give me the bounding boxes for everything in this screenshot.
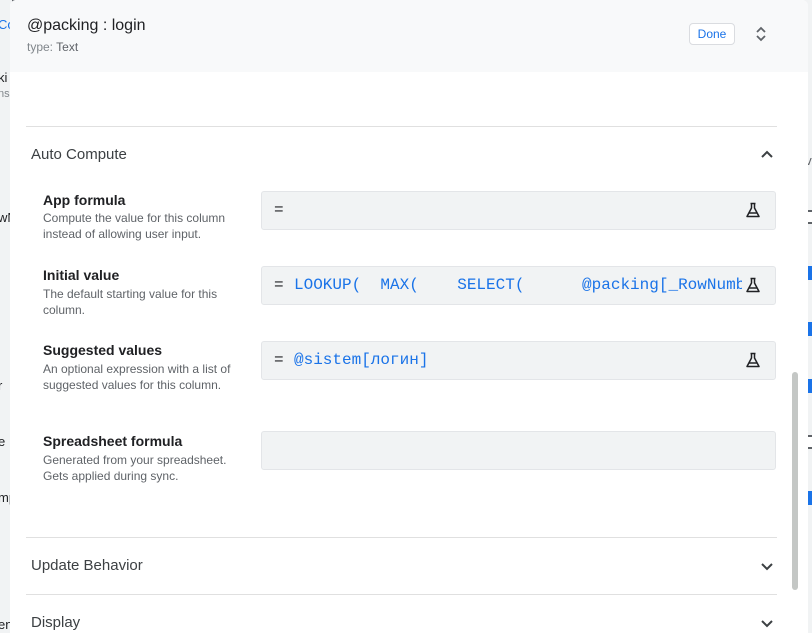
column-title: @packing : login [27,17,146,34]
background-text: r [0,378,3,393]
section-display[interactable]: Display [31,614,80,631]
spreadsheet-formula-label: Spreadsheet formula [43,433,183,449]
scrollbar[interactable] [792,372,798,590]
app-formula-input[interactable]: = [261,191,776,230]
column-edit-dialog: @packing : login type: Text Done Auto Co… [10,0,808,633]
flask-icon[interactable] [745,202,761,218]
column-type: type: Text [27,40,78,54]
suggested-values-description: An optional expression with a list of su… [43,362,231,392]
flask-icon[interactable] [745,277,761,293]
initial-value-description: The default starting value for this colu… [43,287,218,317]
app-formula-description: Compute the value for this column instea… [43,211,226,241]
equals-sign: = [274,201,284,219]
section-update-behavior[interactable]: Update Behavior [31,557,143,574]
flask-icon[interactable] [745,352,761,368]
chevron-up-icon[interactable] [759,147,775,163]
spreadsheet-formula-description: Generated from your spreadsheet. Gets ap… [43,453,227,483]
type-value: Text [56,40,79,54]
suggested-values-label: Suggested values [43,342,163,358]
unfold-icon[interactable] [753,24,769,44]
dialog-header: @packing : login type: Text Done [10,0,808,72]
divider [26,537,777,538]
initial-value-input[interactable]: = LOOKUP( MAX( SELECT( @packing[_RowNumb… [261,266,776,305]
initial-value-label: Initial value [43,267,120,283]
initial-value-expression: LOOKUP( MAX( SELECT( @packing[_RowNumber… [294,276,742,294]
type-label: type: [27,40,54,54]
equals-sign: = [274,351,284,369]
section-auto-compute[interactable]: Auto Compute [31,146,127,163]
background-text: ki [0,70,8,85]
chevron-down-icon[interactable] [759,558,775,574]
suggested-values-input[interactable]: = @sistem[логин] [261,341,776,380]
chevron-down-icon[interactable] [759,615,775,631]
background-text: e [0,434,6,449]
suggested-values-expression: @sistem[логин] [294,351,429,369]
equals-sign: = [274,276,284,294]
dialog-content: Auto Compute App formula Compute the val… [26,72,777,633]
app-formula-label: App formula [43,192,126,208]
done-button[interactable]: Done [689,23,735,45]
divider [26,594,777,595]
spreadsheet-formula-input [261,431,776,470]
divider [26,126,777,127]
background-text: ns [0,88,10,100]
